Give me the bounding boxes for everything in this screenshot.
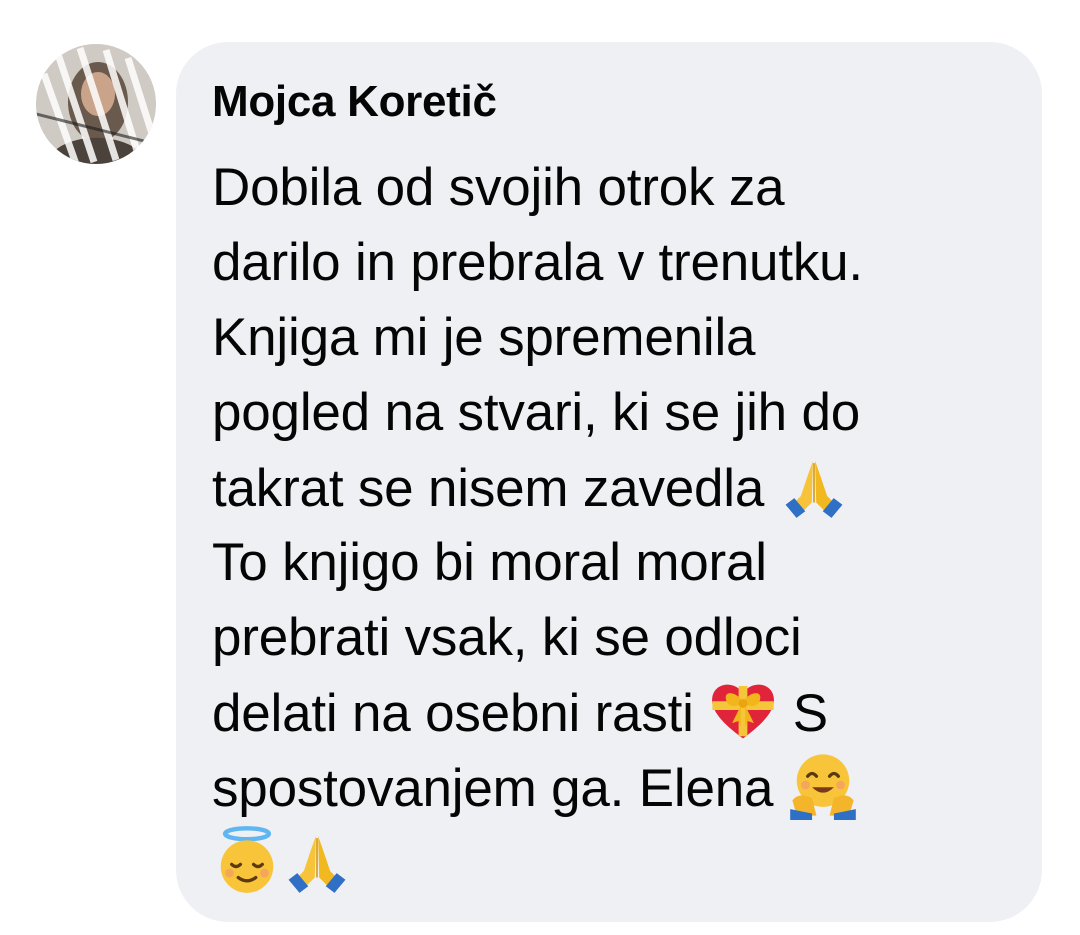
heart-with-ribbon-icon	[708, 675, 778, 745]
smiling-face-with-halo-icon	[212, 825, 282, 895]
message-text: delati na osebni rasti	[212, 684, 709, 743]
hugging-face-icon	[788, 750, 858, 820]
message-line: To knjigo bi moral moral	[212, 525, 1006, 600]
message-line: takrat se nisem zavedla	[212, 450, 1006, 525]
message-line	[212, 825, 1006, 900]
comment-message: Dobila od svojih otrok za darilo in prebr…	[212, 150, 1006, 900]
comment-author-name[interactable]: Mojca Koretič	[212, 76, 1006, 128]
folded-hands-icon	[282, 825, 352, 895]
avatar-image	[36, 44, 156, 164]
message-line: darilo in prebrala v trenutku.	[212, 225, 1006, 300]
message-line: delati na osebni rasti S	[212, 675, 1006, 750]
avatar[interactable]	[36, 44, 156, 164]
message-line: pogled na stvari, ki se jih do	[212, 375, 1006, 450]
message-text: S	[778, 684, 828, 743]
message-text: To knjigo bi moral moral	[212, 533, 767, 592]
folded-hands-icon	[779, 450, 849, 520]
message-text: prebrati vsak, ki se odloci	[212, 608, 802, 667]
message-text: Dobila od svojih otrok za	[212, 158, 785, 217]
message-line: Dobila od svojih otrok za	[212, 150, 1006, 225]
message-line: spostovanjem ga. Elena	[212, 750, 1006, 825]
message-text: takrat se nisem zavedla	[212, 459, 779, 518]
message-text: darilo in prebrala v trenutku.	[212, 233, 863, 292]
message-text: spostovanjem ga. Elena	[212, 759, 788, 818]
message-text: pogled na stvari, ki se jih do	[212, 383, 861, 442]
comment-bubble[interactable]: Mojca Koretič Dobila od svojih otrok za d…	[176, 42, 1042, 922]
message-line: prebrati vsak, ki se odloci	[212, 600, 1006, 675]
message-line: Knjiga mi je spremenila	[212, 300, 1006, 375]
message-text: Knjiga mi je spremenila	[212, 308, 756, 367]
